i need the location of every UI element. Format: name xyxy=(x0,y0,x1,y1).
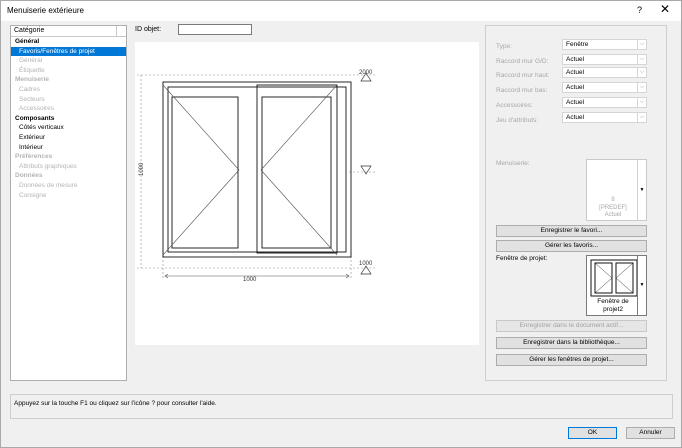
accessoires-value: Actuel xyxy=(566,99,585,106)
dimension-width: 1000 xyxy=(243,277,257,283)
category-group[interactable]: Composants xyxy=(11,114,126,124)
triangle-down-icon[interactable]: ▼ xyxy=(637,256,646,315)
window-drawing: 2000 1000 1000 1000 xyxy=(137,70,375,283)
help-message: Appuyez sur la touche F1 ou cliquez sur … xyxy=(10,394,673,419)
title-bar: Menuiserie extérieure ? ✕ xyxy=(1,1,681,21)
category-item[interactable]: Intérieur xyxy=(11,143,126,153)
project-window-caption: Fenêtre de projet2 xyxy=(587,298,639,314)
category-group[interactable]: Préférences xyxy=(11,152,126,162)
raccord-gd-label: Raccord mur G/D: xyxy=(496,58,549,65)
menuiserie-label: Menuiserie: xyxy=(496,160,530,167)
cancel-button[interactable]: Annuler xyxy=(626,427,675,439)
raccord-bas-value: Actuel xyxy=(566,84,585,91)
menuiserie-selector[interactable]: 8 [PREDEF] Actuel ▼ xyxy=(586,159,647,221)
category-group[interactable]: Données xyxy=(11,171,126,181)
category-item[interactable]: Données de mesure xyxy=(11,181,126,191)
category-group[interactable]: Général xyxy=(11,37,126,47)
jeu-attributs-label: Jeu d'attributs: xyxy=(496,117,539,124)
project-window-label: Fenêtre de projet: xyxy=(496,255,548,262)
dialog-window: Menuiserie extérieure ? ✕ Catégorie Géné… xyxy=(0,0,682,448)
raccord-haut-label: Raccord mur haut: xyxy=(496,72,550,79)
category-item[interactable]: Consigne xyxy=(11,191,126,201)
category-list: Général Favoris/Fenêtres de projet Général… xyxy=(11,37,126,200)
column-splitter[interactable] xyxy=(116,26,117,36)
dimension-top: 2000 xyxy=(359,70,373,76)
save-favorite-button[interactable]: Enregistrer le favori... xyxy=(496,225,647,237)
category-header[interactable]: Catégorie xyxy=(11,26,126,37)
category-item[interactable]: Côtés verticaux xyxy=(11,123,126,133)
category-item[interactable]: Accessoires xyxy=(11,104,126,114)
close-icon[interactable]: ✕ xyxy=(660,3,670,15)
raccord-gd-value: Actuel xyxy=(566,56,585,63)
jeu-attributs-dropdown[interactable]: Actuel ⌵ xyxy=(562,112,647,123)
type-value: Fenêtre xyxy=(566,41,589,48)
raccord-gd-dropdown[interactable]: Actuel ⌵ xyxy=(562,54,647,65)
category-header-label: Catégorie xyxy=(14,27,45,34)
object-id-input[interactable] xyxy=(178,24,252,35)
save-document-button[interactable]: Enregistrer dans le document actif... xyxy=(496,320,647,332)
project-window-caption-line2: projet2 xyxy=(603,306,623,313)
category-item[interactable]: Général xyxy=(11,56,126,66)
raccord-haut-value: Actuel xyxy=(566,69,585,76)
dimension-bottom: 1000 xyxy=(359,261,373,267)
chevron-down-icon: ⌵ xyxy=(637,83,646,92)
category-item[interactable]: Favoris/Fenêtres de projet xyxy=(11,46,126,57)
dimension-left: 1000 xyxy=(139,162,145,176)
type-dropdown[interactable]: Fenêtre ⌵ xyxy=(562,39,647,50)
window-thumbnail-icon xyxy=(590,259,638,297)
accessoires-dropdown[interactable]: Actuel ⌵ xyxy=(562,97,647,108)
raccord-haut-dropdown[interactable]: Actuel ⌵ xyxy=(562,67,647,78)
category-item[interactable]: Secteurs xyxy=(11,95,126,105)
chevron-down-icon: ⌵ xyxy=(637,113,646,122)
menuiserie-caption-line1: 8 xyxy=(611,197,615,203)
menuiserie-caption-line2: [PREDEF] xyxy=(599,204,627,211)
category-item[interactable]: Cadres xyxy=(11,85,126,95)
object-id-label: ID objet: xyxy=(135,26,162,33)
window-preview: 2000 1000 1000 1000 xyxy=(135,42,479,345)
jeu-attributs-value: Actuel xyxy=(566,114,585,121)
category-item[interactable]: Extérieur xyxy=(11,133,126,143)
category-item[interactable]: Attributs graphiques xyxy=(11,162,126,172)
project-window-selector[interactable]: Fenêtre de projet2 ▼ xyxy=(586,255,647,316)
save-library-button[interactable]: Enregistrer dans la bibliothèque... xyxy=(496,337,647,349)
manage-project-windows-button[interactable]: Gérer les fenêtres de projet... xyxy=(496,354,647,366)
type-label: Type: xyxy=(496,43,512,50)
project-window-caption-line1: Fenêtre de xyxy=(597,298,629,305)
chevron-down-icon: ⌵ xyxy=(637,55,646,64)
ok-button[interactable]: OK xyxy=(568,427,617,439)
chevron-down-icon: ⌵ xyxy=(637,40,646,49)
raccord-bas-label: Raccord mur bas: xyxy=(496,87,548,94)
menuiserie-caption: 8 [PREDEF] Actuel xyxy=(587,197,639,220)
manage-favorites-button[interactable]: Gérer les favoris... xyxy=(496,240,647,252)
menuiserie-caption-line3: Actuel xyxy=(604,212,622,218)
help-icon[interactable]: ? xyxy=(637,5,642,15)
accessoires-label: Accessoires: xyxy=(496,102,533,109)
raccord-bas-dropdown[interactable]: Actuel ⌵ xyxy=(562,82,647,93)
category-item[interactable]: Étiquette xyxy=(11,66,126,76)
category-tree[interactable]: Catégorie Général Favoris/Fenêtres de pro… xyxy=(10,25,127,381)
chevron-down-icon: ⌵ xyxy=(637,98,646,107)
window-title: Menuiserie extérieure xyxy=(7,6,84,15)
chevron-down-icon: ⌵ xyxy=(637,68,646,77)
triangle-down-icon[interactable]: ▼ xyxy=(637,160,646,220)
category-group[interactable]: Menuiserie xyxy=(11,75,126,85)
